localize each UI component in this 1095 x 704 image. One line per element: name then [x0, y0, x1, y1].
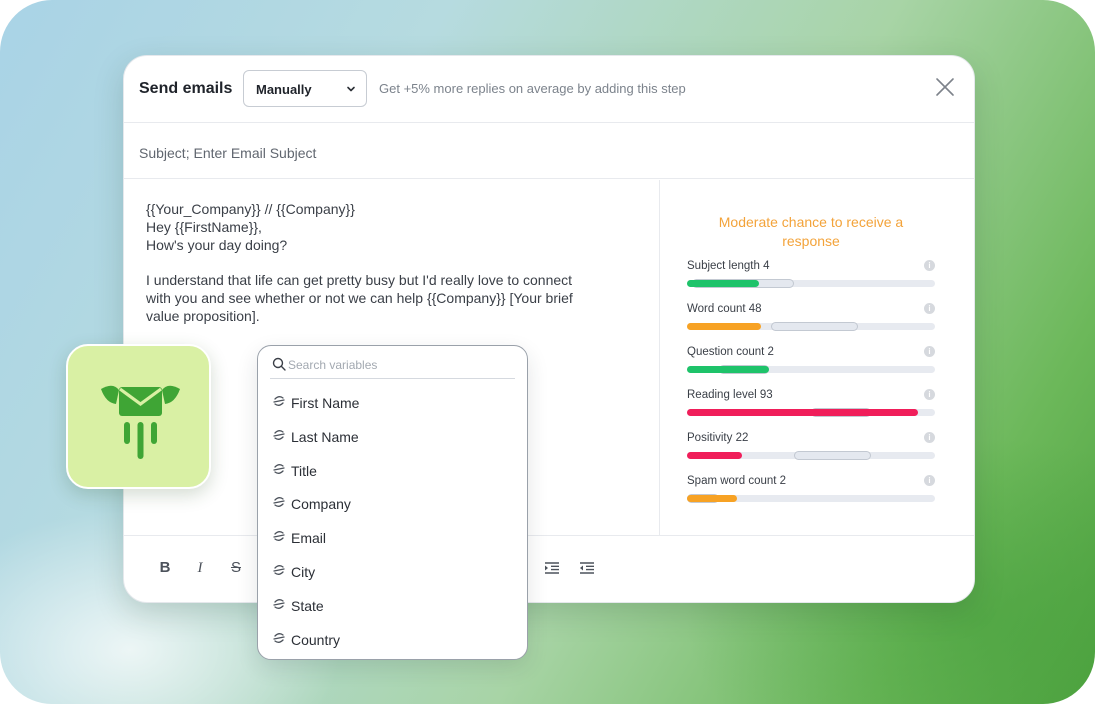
variable-icon — [273, 531, 285, 542]
send-emails-dialog: Send emails Manually Get +5% more replie… — [123, 55, 975, 603]
variable-icon — [273, 497, 285, 508]
search-icon — [272, 357, 286, 371]
score-metric: Subject length 4 i — [687, 260, 935, 300]
metric-label: Subject length 4 — [687, 260, 770, 272]
variable-item[interactable]: First Name — [270, 390, 515, 416]
info-icon[interactable]: i — [924, 389, 935, 400]
strikethrough-button[interactable]: S — [228, 560, 244, 576]
variable-name: First Name — [291, 395, 360, 411]
metric-track — [687, 279, 935, 288]
score-metric: Positivity 22 i — [687, 432, 935, 472]
metric-label: Positivity 22 — [687, 432, 749, 444]
info-icon[interactable]: i — [924, 303, 935, 314]
variable-name: Title — [291, 462, 317, 479]
subject-field[interactable]: Subject; Enter Email Subject — [124, 124, 974, 179]
variable-name: Country — [291, 631, 341, 648]
variable-icon — [273, 463, 285, 474]
metric-label: Reading level 93 — [687, 389, 773, 401]
metric-track — [687, 451, 935, 460]
metric-fill — [687, 280, 759, 287]
dialog-title: Send emails — [139, 80, 233, 97]
metric-label: Spam word count 2 — [687, 475, 787, 487]
metric-fill — [687, 495, 737, 502]
variable-name: State — [291, 597, 324, 614]
variable-item[interactable]: Last Name — [270, 424, 515, 450]
score-metric: Reading level 93 i — [687, 389, 935, 429]
winged-envelope-icon — [101, 385, 180, 459]
variable-item[interactable]: City — [270, 559, 515, 585]
score-title: Moderate chance to receive a response — [718, 214, 904, 249]
email-score-panel: Moderate chance to receive a response Su… — [661, 180, 974, 535]
outdent-icon[interactable] — [579, 560, 595, 576]
info-icon[interactable]: i — [924, 432, 935, 443]
body-line: Hey {{FirstName}}, — [146, 219, 262, 235]
italic-button[interactable]: I — [192, 560, 208, 576]
score-metric: Spam word count 2 i — [687, 475, 935, 515]
step-hint: Get +5% more replies on average by addin… — [379, 81, 686, 96]
metric-track — [687, 365, 935, 374]
variables-dropdown: First Name Last Name Title Company Email City… — [257, 345, 528, 660]
metric-fill — [687, 323, 761, 330]
metric-label: Question count 2 — [687, 346, 774, 358]
body-line: value proposition]. — [146, 308, 260, 324]
body-line: with you and see whether or not we can h… — [146, 290, 573, 306]
app-logo — [66, 344, 211, 489]
body-line: {{Your_Company}} // {{Company}} — [146, 201, 355, 217]
variable-icon — [273, 598, 285, 609]
variable-item[interactable]: Title — [270, 458, 515, 484]
info-icon[interactable]: i — [924, 475, 935, 486]
dialog-header: Send emails Manually Get +5% more replie… — [124, 56, 974, 123]
metric-track — [687, 322, 935, 331]
send-mode-value: Manually — [256, 82, 312, 97]
variable-search-input[interactable] — [288, 356, 508, 374]
variable-icon — [273, 632, 285, 643]
body-line: I understand that life can get pretty bu… — [146, 272, 573, 288]
info-icon[interactable]: i — [924, 260, 935, 271]
bold-button[interactable]: B — [157, 560, 173, 576]
formatting-toolbar: B I S — [124, 535, 974, 602]
variable-name: City — [291, 564, 316, 580]
info-icon[interactable]: i — [924, 346, 935, 357]
metric-fill — [687, 366, 769, 373]
variable-icon — [273, 565, 285, 575]
body-line: How's your day doing? — [146, 237, 288, 253]
metric-fill — [687, 452, 742, 459]
metric-fill — [687, 409, 918, 416]
indent-icon[interactable] — [544, 560, 560, 576]
variable-search — [270, 354, 515, 379]
close-icon[interactable] — [934, 76, 956, 98]
variable-item[interactable]: State — [270, 593, 515, 619]
metric-target-range — [794, 451, 871, 460]
chevron-down-icon — [347, 86, 355, 92]
metric-label: Word count 48 — [687, 303, 762, 315]
variable-icon — [273, 396, 285, 406]
score-metric: Question count 2 i — [687, 346, 935, 386]
metric-track — [687, 494, 935, 503]
variable-item[interactable]: Email — [270, 525, 515, 551]
variable-name: Email — [291, 530, 327, 547]
metric-track — [687, 408, 935, 417]
subject-text: Subject; Enter Email Subject — [139, 145, 317, 161]
variable-item[interactable]: Company — [270, 491, 515, 517]
score-metric: Word count 48 i — [687, 303, 935, 343]
send-mode-select[interactable]: Manually — [243, 70, 367, 107]
variable-icon — [273, 429, 285, 440]
metric-target-range — [771, 322, 858, 331]
variable-item[interactable]: Country — [270, 627, 515, 653]
variable-name: Last Name — [291, 428, 359, 445]
variable-name: Company — [291, 496, 351, 513]
